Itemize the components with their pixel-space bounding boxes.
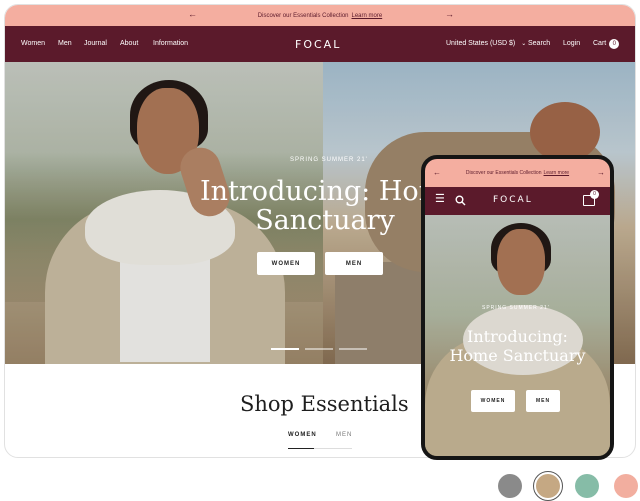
color-swatch-tan[interactable] — [536, 474, 560, 498]
hero-season: SPRING SUMMER 21' — [290, 157, 368, 163]
mobile-announcement-text: Discover our Essentials Collection — [465, 170, 542, 176]
currency-selector[interactable]: United States (USD $) ⌄ — [446, 40, 526, 47]
mobile-women-button[interactable]: WOMEN — [471, 390, 515, 412]
search-icon[interactable] — [455, 193, 466, 206]
arrow-left-icon[interactable]: ← — [433, 168, 441, 177]
cart-link[interactable]: Cart 0 — [593, 39, 620, 49]
nav-item-about[interactable]: About — [120, 40, 138, 47]
color-swatch-green[interactable] — [575, 474, 599, 498]
hero-title-line: Introducing: Home — [200, 176, 461, 207]
login-link[interactable]: Login — [563, 40, 580, 47]
tab-active-underline — [288, 448, 314, 449]
arrow-left-icon[interactable]: ← — [188, 9, 197, 19]
chevron-down-icon: ⌄ — [521, 41, 527, 47]
section-title: Shop Essentials — [240, 392, 409, 416]
logo[interactable]: FOCAL — [295, 38, 341, 51]
mobile-cart-count-badge: 0 — [590, 190, 599, 199]
announcement-text: Discover our Essentials Collection — [257, 12, 349, 19]
color-swatch-gray[interactable] — [498, 474, 522, 498]
search-link[interactable]: Search — [528, 40, 550, 47]
mobile-announcement-link[interactable]: Learn more — [544, 170, 570, 176]
mobile-announcement-bar: ← Discover our Essentials Collection Lea… — [425, 159, 610, 187]
mobile-hero-title-line: Introducing: — [467, 327, 568, 346]
announcement-bar: ← Discover our Essentials Collection Lea… — [5, 5, 635, 26]
currency-label: United States (USD $) — [446, 40, 516, 47]
color-swatch-pink[interactable] — [614, 474, 638, 498]
cart-count-badge: 0 — [609, 39, 620, 49]
hero-women-button[interactable]: WOMEN — [257, 252, 315, 275]
mobile-hero-title-line: Home Sanctuary — [449, 346, 586, 365]
arrow-right-icon[interactable]: → — [445, 9, 454, 19]
tab-underline — [314, 448, 352, 449]
hero-title-line: Sanctuary — [255, 205, 395, 236]
nav-item-journal[interactable]: Journal — [84, 40, 107, 47]
nav-item-information[interactable]: Information — [153, 40, 188, 47]
mobile-nav: ☰ FOCAL 0 — [425, 187, 610, 215]
mobile-men-button[interactable]: MEN — [526, 390, 560, 412]
announcement-link[interactable]: Learn more — [352, 13, 383, 19]
hero-title: Introducing: Home Sanctuary — [200, 176, 461, 236]
slide-indicators — [271, 348, 371, 350]
mobile-hero: SPRING SUMMER 21' Introducing: Home Sanc… — [425, 215, 610, 456]
main-nav: Women Men Journal About Information FOCA… — [5, 26, 635, 62]
cart-label: Cart — [593, 40, 607, 47]
tab-women[interactable]: WOMEN — [288, 432, 317, 438]
nav-item-men[interactable]: Men — [58, 40, 72, 47]
mobile-logo[interactable]: FOCAL — [493, 195, 533, 205]
slide-dot-1[interactable] — [271, 348, 299, 350]
slide-dot-2[interactable] — [305, 348, 333, 350]
nav-item-women[interactable]: Women — [21, 40, 45, 47]
tab-men[interactable]: MEN — [336, 432, 352, 438]
mobile-hero-season: SPRING SUMMER 21' — [482, 305, 550, 311]
mobile-hero-title: Introducing: Home Sanctuary — [425, 327, 610, 365]
mobile-preview: ← Discover our Essentials Collection Lea… — [421, 155, 614, 460]
hamburger-menu-icon[interactable]: ☰ — [435, 194, 445, 205]
slide-dot-3[interactable] — [339, 348, 367, 350]
hero-men-button[interactable]: MEN — [325, 252, 383, 275]
arrow-right-icon[interactable]: → — [597, 168, 605, 177]
